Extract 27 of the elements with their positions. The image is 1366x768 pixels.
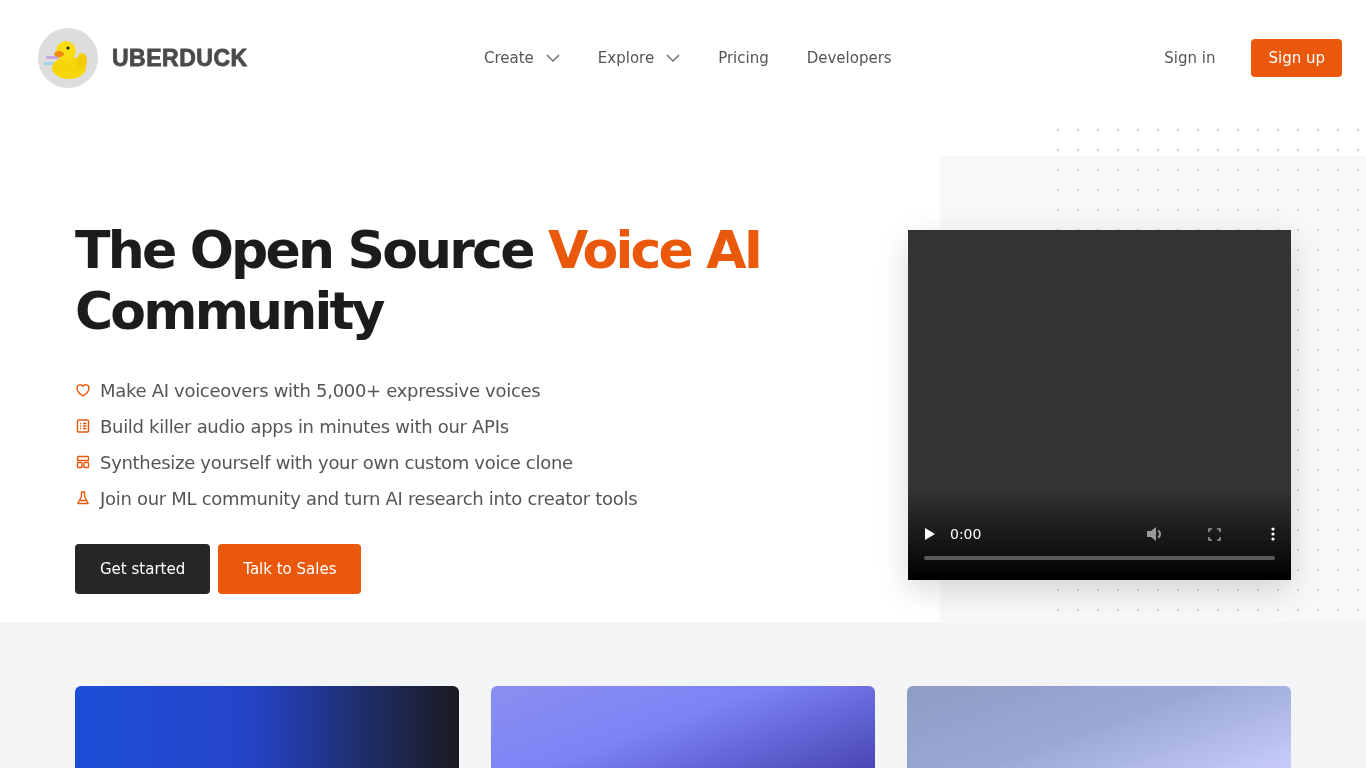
get-started-button[interactable]: Get started xyxy=(75,544,211,594)
more-icon[interactable] xyxy=(1271,527,1275,541)
sales-button[interactable]: Talk to Sales xyxy=(218,544,362,594)
fullscreen-icon[interactable] xyxy=(1208,527,1221,541)
nav-link[interactable]: Developers xyxy=(800,45,898,71)
heart-icon xyxy=(75,382,91,398)
chevron-down-icon xyxy=(666,54,681,62)
flask-icon xyxy=(75,490,91,506)
video-time: 0:00 xyxy=(950,526,982,542)
feature-text: Join our ML community and turn AI research into creator tools xyxy=(100,487,638,509)
nav-link[interactable]: Explore xyxy=(591,45,687,71)
feature-text: Make AI voiceovers with 5,000+ expressive voices xyxy=(100,379,541,401)
volume-icon[interactable] xyxy=(1146,526,1164,542)
sign-in-link[interactable]: Sign in xyxy=(1158,48,1222,68)
feature-text: Synthesize yourself with your own custom voice clone xyxy=(100,451,573,473)
nav-link[interactable]: Pricing xyxy=(712,45,775,71)
video-player[interactable]: 0:00 xyxy=(908,230,1291,580)
progress-track[interactable] xyxy=(924,556,1275,560)
layout-icon xyxy=(75,454,91,470)
hero-heading: The Open Source Voice AI Community xyxy=(75,220,761,342)
list-icon xyxy=(75,418,91,434)
play-icon[interactable] xyxy=(924,527,936,541)
sign-up-button[interactable]: Sign up xyxy=(1251,39,1342,77)
brand-name: UBERDUCK xyxy=(112,44,248,72)
chevron-down-icon xyxy=(545,54,560,62)
feature-text: Build killer audio apps in minutes with our APIs xyxy=(100,415,509,437)
nav-link[interactable]: Create xyxy=(478,45,566,71)
